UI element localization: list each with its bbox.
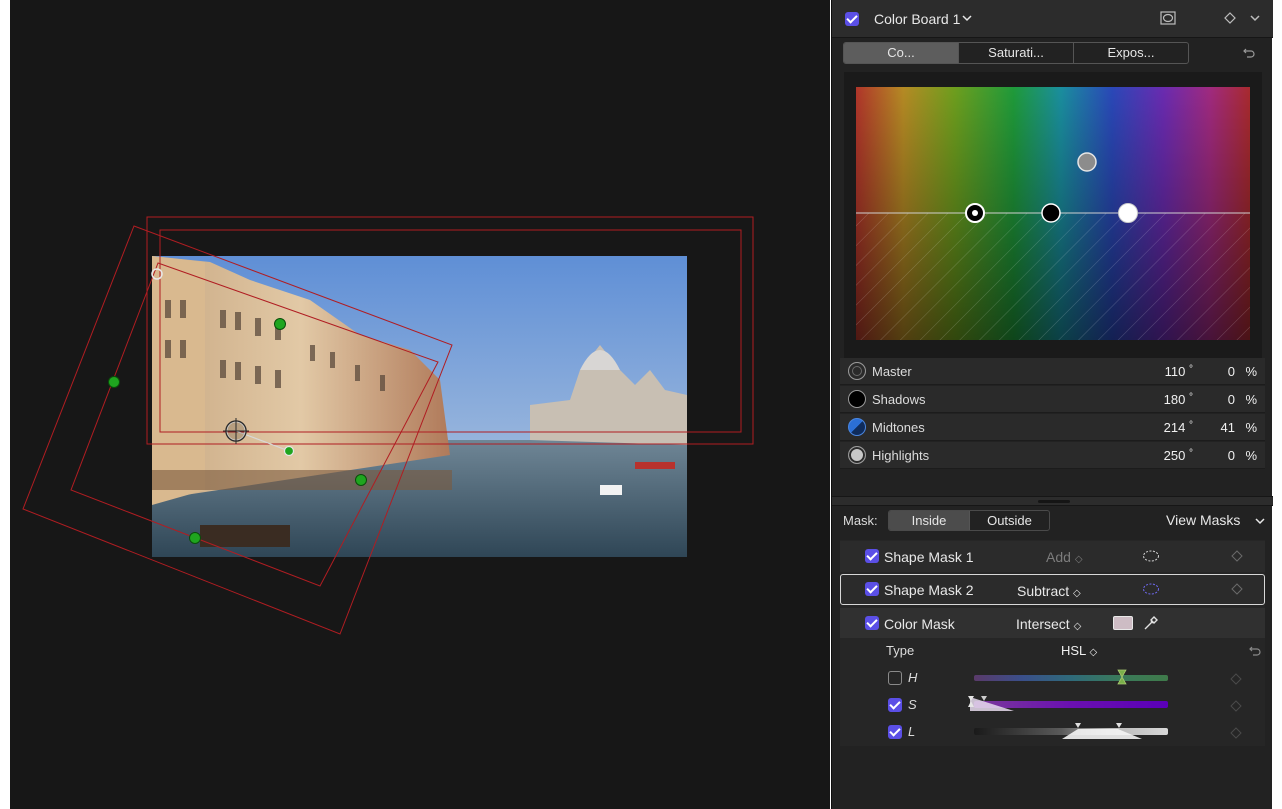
mask-name: Shape Mask 1 bbox=[884, 549, 974, 565]
tone-percent[interactable]: 0 bbox=[1228, 392, 1235, 407]
mask-name: Color Mask bbox=[884, 616, 955, 632]
chevron-down-icon[interactable] bbox=[1255, 517, 1265, 525]
tab-exposure[interactable]: Expos... bbox=[1074, 43, 1188, 63]
channel-label: S bbox=[908, 697, 917, 712]
channel-s-checkbox[interactable] bbox=[888, 698, 902, 712]
tone-row-master[interactable]: Master 110 ° 0 % bbox=[840, 358, 1265, 385]
tone-degrees[interactable]: 214 ° bbox=[1164, 420, 1193, 435]
midtones-puck[interactable] bbox=[1041, 203, 1061, 223]
channel-row-l: L bbox=[840, 719, 1265, 746]
keyframe-diamond-icon[interactable] bbox=[1224, 12, 1236, 24]
keyframe-diamond-icon[interactable] bbox=[1230, 673, 1242, 685]
color-swatch[interactable] bbox=[1113, 616, 1133, 630]
mask-rotation-handle[interactable] bbox=[283, 445, 295, 457]
channel-row-h: H bbox=[840, 665, 1265, 692]
mask-enable-checkbox[interactable] bbox=[865, 616, 879, 630]
luma-slider-handle[interactable] bbox=[1060, 721, 1146, 743]
eyedropper-icon[interactable] bbox=[1142, 614, 1160, 632]
effect-header: Color Board 1 bbox=[832, 0, 1273, 38]
viewer[interactable] bbox=[10, 0, 830, 809]
channel-label: L bbox=[908, 724, 916, 739]
mask-name: Shape Mask 2 bbox=[884, 582, 974, 598]
highlights-icon bbox=[848, 446, 866, 464]
hue-range-slider[interactable] bbox=[974, 675, 1168, 681]
tone-degrees[interactable]: 180 ° bbox=[1164, 392, 1193, 407]
channel-row-s: S bbox=[840, 692, 1265, 719]
viewer-canvas[interactable] bbox=[10, 0, 830, 809]
mask-outside-button[interactable]: Outside bbox=[970, 511, 1049, 530]
tone-row-midtones[interactable]: Midtones 214 ° 41 % bbox=[840, 414, 1265, 441]
mask-inside-outside: Inside Outside bbox=[888, 510, 1050, 531]
master-puck[interactable] bbox=[1077, 152, 1097, 172]
tone-percent-unit: % bbox=[1245, 364, 1257, 379]
view-masks-button[interactable]: View Masks bbox=[1166, 512, 1240, 528]
color-board-gradient[interactable] bbox=[856, 87, 1250, 340]
reset-icon[interactable] bbox=[1242, 46, 1256, 60]
color-board bbox=[844, 72, 1262, 358]
chevron-down-icon[interactable] bbox=[962, 14, 972, 22]
keyframe-diamond-icon[interactable] bbox=[1231, 550, 1243, 562]
mask-label: Mask: bbox=[843, 513, 878, 528]
saturation-slider-handle[interactable] bbox=[966, 695, 1016, 715]
ellipse-mask-icon bbox=[1143, 550, 1159, 562]
mask-handle[interactable] bbox=[274, 318, 286, 330]
tone-label: Midtones bbox=[872, 420, 925, 435]
mask-handle[interactable] bbox=[355, 474, 367, 486]
mask-row-shape-mask-2[interactable]: Shape Mask 2 Subtract ◇ bbox=[840, 574, 1265, 605]
shadows-icon bbox=[848, 390, 866, 408]
mask-enable-checkbox[interactable] bbox=[865, 549, 879, 563]
channel-l-checkbox[interactable] bbox=[888, 725, 902, 739]
tone-percent[interactable]: 0 bbox=[1228, 448, 1235, 463]
tone-percent-unit: % bbox=[1245, 420, 1257, 435]
tab-saturation[interactable]: Saturati... bbox=[959, 43, 1074, 63]
tone-degrees[interactable]: 110 ° bbox=[1165, 364, 1193, 379]
panel-resize-divider[interactable] bbox=[832, 496, 1273, 506]
hue-slider-handle[interactable] bbox=[1116, 669, 1128, 687]
inspector-panel: Color Board 1 Co... Saturati... Expos... bbox=[831, 0, 1273, 809]
keyframe-diamond-icon[interactable] bbox=[1230, 700, 1242, 712]
tone-percent-unit: % bbox=[1245, 392, 1257, 407]
color-mask-type-row: Type HSL ◇ bbox=[840, 638, 1265, 665]
mask-mode-select[interactable]: Intersect ◇ bbox=[1016, 616, 1081, 632]
color-board-tabs: Co... Saturati... Expos... bbox=[843, 42, 1189, 64]
ellipse-mask-icon bbox=[1143, 583, 1159, 595]
tone-label: Highlights bbox=[872, 448, 930, 463]
midtones-icon bbox=[848, 418, 866, 436]
mask-row-color-mask[interactable]: Color Mask Intersect ◇ bbox=[840, 608, 1265, 639]
master-icon bbox=[848, 362, 866, 380]
shadows-puck[interactable] bbox=[965, 203, 985, 223]
effect-title[interactable]: Color Board 1 bbox=[874, 11, 960, 27]
tone-percent[interactable]: 41 bbox=[1221, 420, 1235, 435]
tone-label: Master bbox=[872, 364, 912, 379]
tone-row-highlights[interactable]: Highlights 250 ° 0 % bbox=[840, 442, 1265, 469]
tone-percent-unit: % bbox=[1245, 448, 1257, 463]
mask-enable-checkbox[interactable] bbox=[865, 582, 879, 596]
mask-mode-select[interactable]: Add ◇ bbox=[1046, 549, 1083, 565]
chevron-down-icon[interactable] bbox=[1250, 14, 1260, 22]
tone-degrees[interactable]: 250 ° bbox=[1164, 448, 1193, 463]
mask-handle[interactable] bbox=[108, 376, 120, 388]
mask-inside-button[interactable]: Inside bbox=[889, 511, 970, 530]
channel-h-checkbox[interactable] bbox=[888, 671, 902, 685]
mask-handle[interactable] bbox=[189, 532, 201, 544]
mask-mode-select[interactable]: Subtract ◇ bbox=[1017, 583, 1081, 599]
mask-row-shape-mask-1[interactable]: Shape Mask 1 Add ◇ bbox=[840, 541, 1265, 572]
tone-row-shadows[interactable]: Shadows 180 ° 0 % bbox=[840, 386, 1265, 413]
keyframe-diamond-icon[interactable] bbox=[1231, 583, 1243, 595]
tone-percent[interactable]: 0 bbox=[1228, 364, 1235, 379]
keyframe-diamond-icon[interactable] bbox=[1230, 727, 1242, 739]
video-frame bbox=[152, 256, 687, 557]
type-label: Type bbox=[886, 643, 915, 658]
tab-color[interactable]: Co... bbox=[844, 43, 959, 63]
tone-label: Shadows bbox=[872, 392, 926, 407]
reset-icon[interactable] bbox=[1248, 644, 1262, 658]
shape-mask-icon[interactable] bbox=[1160, 11, 1176, 25]
effect-enable-checkbox[interactable] bbox=[845, 12, 859, 26]
highlights-puck[interactable] bbox=[1118, 203, 1138, 223]
type-select[interactable]: HSL ◇ bbox=[1061, 643, 1097, 658]
channel-label: H bbox=[908, 670, 918, 685]
